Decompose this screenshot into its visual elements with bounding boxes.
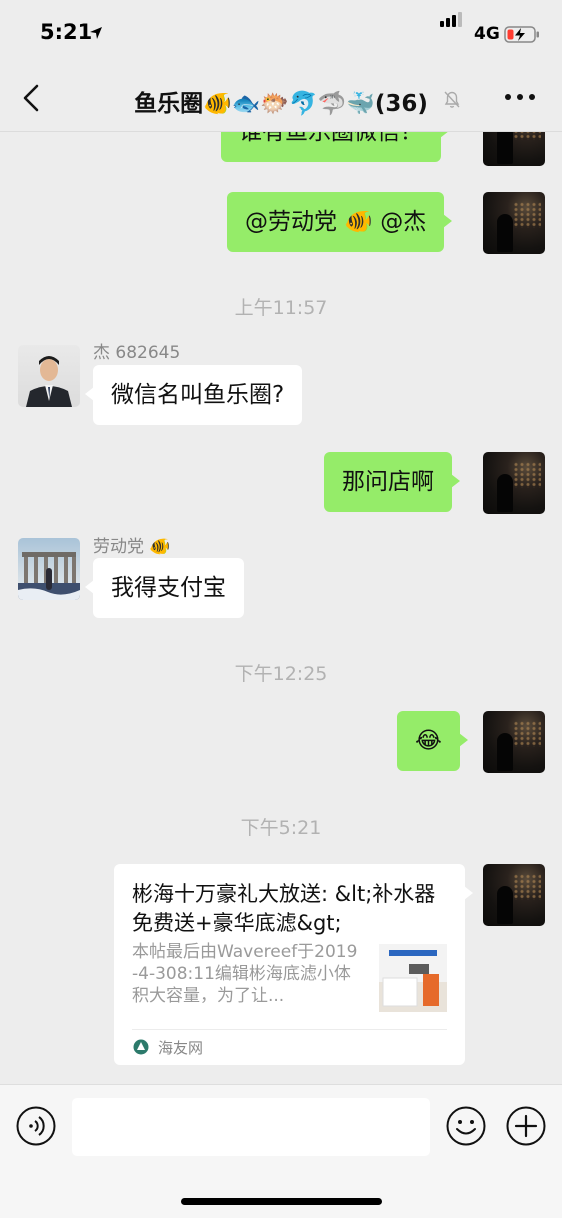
network-type: 4G: [474, 24, 500, 44]
message-text: 那问店啊: [342, 469, 434, 495]
my-avatar[interactable]: [483, 711, 545, 773]
contact-avatar-jie[interactable]: [18, 345, 80, 407]
store-photo-icon: [379, 944, 447, 1012]
link-card-divider: [132, 1029, 447, 1030]
message-timestamp: 上午11:57: [234, 297, 328, 319]
bell-slash-icon: [444, 91, 460, 108]
outgoing-message-bubble[interactable]: 😂: [397, 711, 468, 771]
person-photo-icon: [26, 356, 72, 407]
plus-icon[interactable]: [506, 1106, 546, 1146]
my-avatar[interactable]: [483, 864, 545, 926]
contact-avatar-laodongdang[interactable]: [18, 538, 80, 600]
sender-name: 劳动党 🐠: [93, 537, 171, 557]
message-text: 微信名叫鱼乐圈?: [111, 382, 285, 408]
home-indicator[interactable]: [181, 1198, 382, 1205]
chat-message-list[interactable]: 谁有鱼乐圈微信？ @劳动党 🐠 @杰 上午11:57 杰 682645 微信名叫…: [0, 132, 562, 1084]
my-avatar[interactable]: [483, 132, 545, 166]
sender-name: 杰 682645: [93, 343, 181, 363]
message-text: @劳动党 🐠 @杰: [245, 209, 427, 235]
chat-header: 鱼乐圈🐠🐟🐡🐬🦈🐳(36): [0, 64, 562, 132]
outgoing-message-bubble[interactable]: @劳动党 🐠 @杰: [227, 192, 453, 252]
message-timestamp: 下午12:25: [234, 663, 328, 685]
outgoing-message-bubble[interactable]: 谁有鱼乐圈微信？: [221, 132, 449, 162]
incoming-message-bubble[interactable]: 我得支付宝: [85, 558, 244, 618]
link-card-thumbnail: [379, 944, 447, 1012]
emoji-text: 😂: [415, 728, 442, 754]
message-input[interactable]: [72, 1098, 430, 1156]
my-avatar[interactable]: [483, 192, 545, 254]
link-card-source: 海友网: [158, 1039, 204, 1057]
outgoing-message-bubble[interactable]: 那问店啊: [324, 452, 460, 512]
message-text: 我得支付宝: [111, 575, 226, 601]
status-time: 5:21: [40, 20, 93, 44]
link-card-message[interactable]: 彬海十万豪礼大放送: &lt;补水器免费送+豪华底滤&gt; 本帖最后由Wave…: [114, 864, 473, 1065]
status-bar: 5:21 4G: [0, 0, 562, 64]
more-dots-icon[interactable]: [504, 92, 536, 102]
message-timestamp: 下午5:21: [240, 817, 322, 839]
my-avatar[interactable]: [483, 452, 545, 514]
battery-charging-icon: [504, 26, 539, 43]
source-logo-icon: [133, 1039, 149, 1055]
voice-icon[interactable]: [16, 1106, 56, 1146]
monument-photo-icon: [18, 552, 80, 600]
location-arrow-icon: [90, 27, 102, 39]
emoji-icon[interactable]: [446, 1106, 486, 1146]
link-card-title: 彬海十万豪礼大放送: &lt;补水器免费送+豪华底滤&gt;: [132, 882, 436, 935]
group-title: 鱼乐圈🐠🐟🐡🐬🦈🐳(36): [134, 91, 428, 117]
link-card-description: 本帖最后由Wavereef于2019-4-308:11编辑彬海底滤小体积大容量，…: [132, 942, 358, 1006]
incoming-message-bubble[interactable]: 微信名叫鱼乐圈?: [84, 365, 303, 425]
message-text: 谁有鱼乐圈微信？: [239, 132, 423, 145]
